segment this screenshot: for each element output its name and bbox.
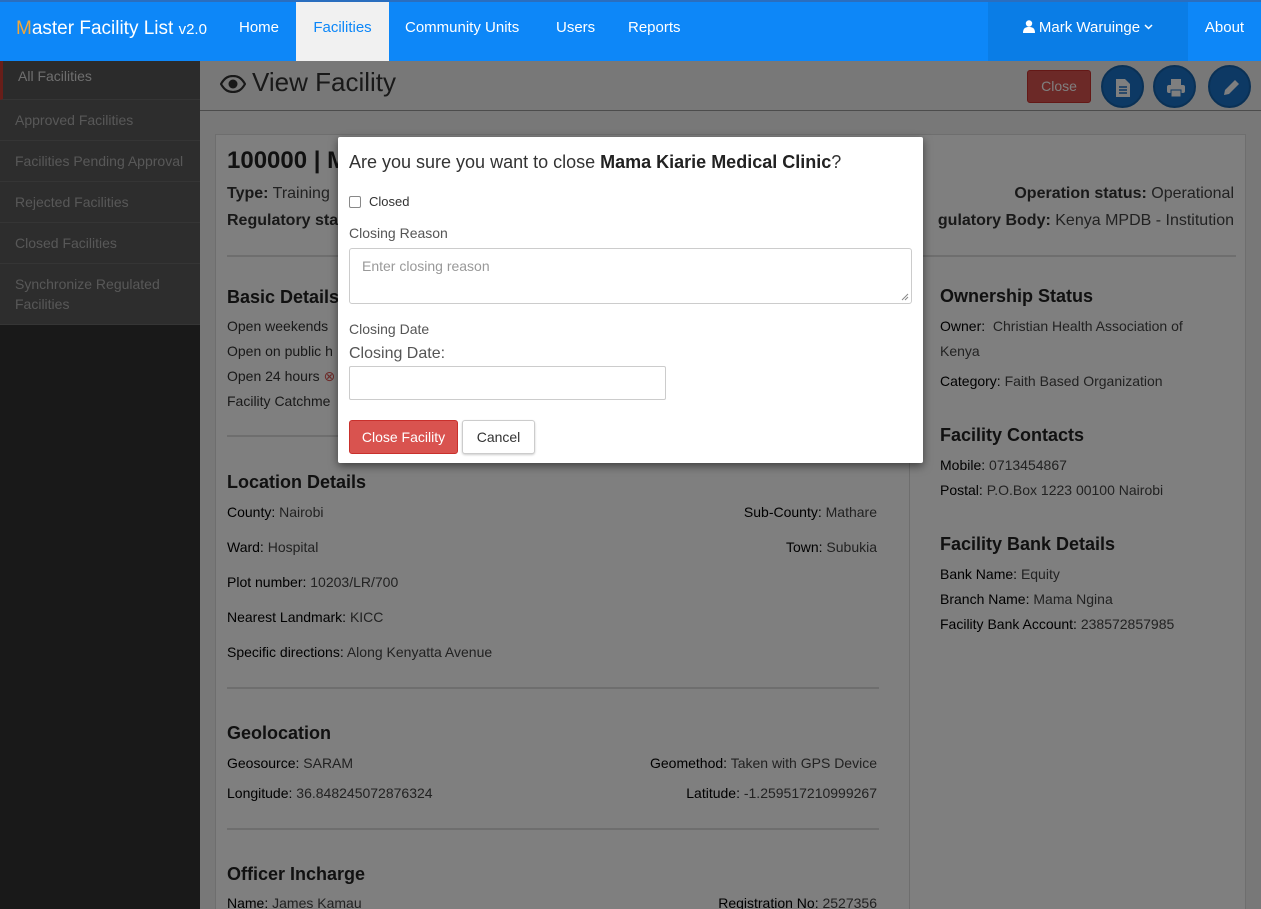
modal-facility-name: Mama Kiarie Medical Clinic	[600, 152, 832, 172]
cancel-button[interactable]: Cancel	[462, 420, 535, 454]
nav-about[interactable]: About	[1188, 2, 1261, 61]
nav-facilities[interactable]: Facilities	[296, 2, 389, 61]
user-icon	[1022, 20, 1035, 33]
closed-checkbox[interactable]	[349, 196, 361, 208]
chevron-down-icon	[1144, 24, 1153, 30]
close-facility-modal: Are you sure you want to close Mama Kiar…	[338, 137, 923, 463]
resize-handle-icon[interactable]	[901, 293, 909, 301]
close-facility-button[interactable]: Close Facility	[349, 420, 458, 454]
top-navbar: Master Facility List v2.0 Home Facilitie…	[0, 0, 1261, 61]
brand-first-letter: M	[16, 18, 32, 39]
brand-version: v2.0	[178, 21, 207, 38]
closing-date-label: Closing Date	[349, 321, 430, 337]
nav-users[interactable]: Users	[541, 2, 610, 61]
nav-home[interactable]: Home	[224, 2, 294, 61]
closing-date-input[interactable]	[349, 366, 666, 400]
nav-community-units[interactable]: Community Units	[390, 2, 534, 61]
brand-logo[interactable]: Master Facility List v2.0	[16, 18, 207, 40]
closed-checkbox-label[interactable]: Closed	[369, 194, 409, 209]
closing-date-inner-label: Closing Date:	[349, 345, 446, 362]
user-name: Mark Waruinge	[1038, 19, 1141, 36]
closing-reason-label: Closing Reason	[349, 225, 448, 241]
closing-reason-placeholder: Enter closing reason	[362, 258, 490, 274]
nav-reports[interactable]: Reports	[613, 2, 696, 61]
modal-title: Are you sure you want to close Mama Kiar…	[349, 152, 842, 172]
brand-name: aster Facility List	[31, 18, 174, 39]
user-menu[interactable]: Mark Waruinge	[988, 2, 1188, 61]
closing-reason-textarea[interactable]: Enter closing reason	[349, 248, 912, 304]
